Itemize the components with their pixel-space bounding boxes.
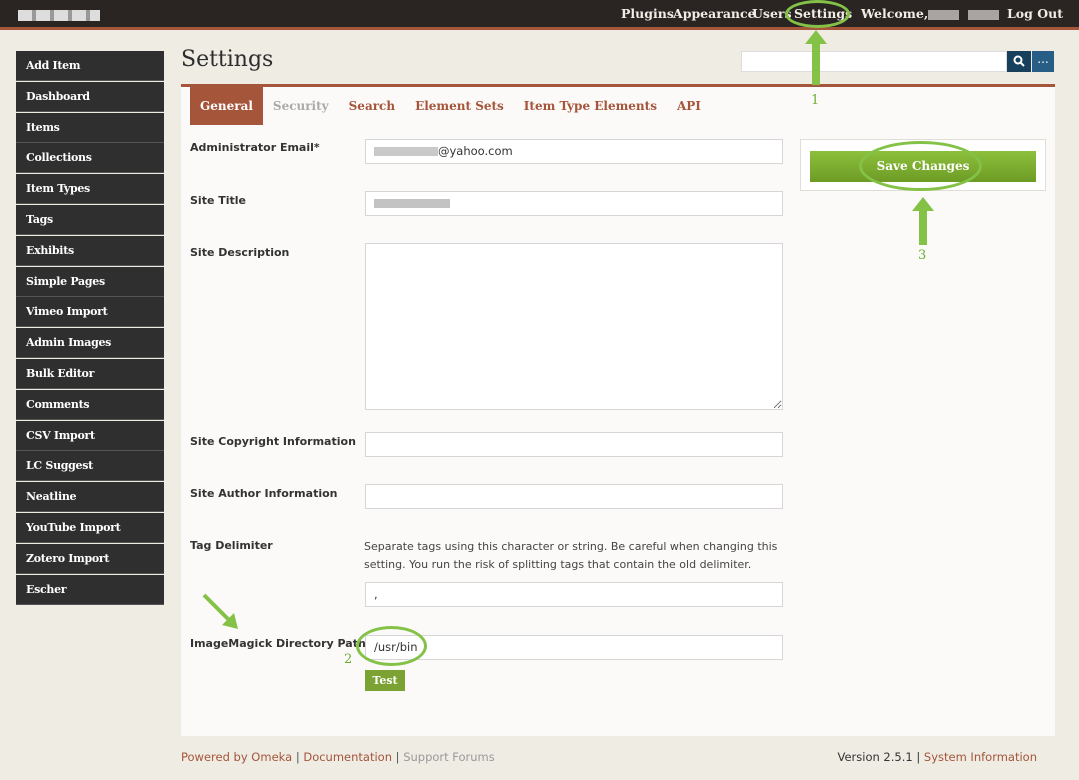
- nav-plugins[interactable]: Plugins: [621, 6, 674, 21]
- tag-delimiter-field[interactable]: ,: [365, 582, 783, 607]
- admin-email-value: @yahoo.com: [438, 144, 513, 158]
- imagemagick-path-field[interactable]: /usr/bin: [365, 635, 783, 660]
- username-redacted[interactable]: [928, 10, 959, 20]
- author-field[interactable]: [365, 484, 783, 509]
- annotation-ring-imagemagick: [356, 626, 427, 666]
- annotation-number-1: 1: [811, 93, 820, 108]
- search-input[interactable]: [741, 51, 1007, 72]
- logout-link[interactable]: Log Out: [1007, 6, 1063, 21]
- annotation-number-3: 3: [918, 248, 927, 263]
- welcome-text: Welcome,: [861, 6, 929, 21]
- site-title-redacted[interactable]: [18, 10, 100, 21]
- sidebar-item-add-item[interactable]: Add Item: [16, 51, 164, 81]
- site-title-redacted: [374, 199, 450, 208]
- annotation-arrow-up-1: [805, 30, 827, 85]
- advanced-search-button[interactable]: ...: [1032, 51, 1054, 72]
- username-redacted-2[interactable]: [968, 10, 999, 20]
- tab-security[interactable]: Security: [263, 87, 339, 125]
- top-bar: Plugins Appearance Users Settings Welcom…: [0, 0, 1079, 30]
- settings-tabs: General Security Search Element Sets Ite…: [190, 87, 711, 125]
- imagemagick-label: ImageMagick Directory Path: [190, 637, 366, 650]
- tab-general[interactable]: General: [190, 87, 263, 125]
- powered-by-link[interactable]: Powered by Omeka: [181, 750, 292, 764]
- test-button[interactable]: Test: [365, 670, 405, 691]
- site-title-label: Site Title: [190, 194, 247, 207]
- sidebar-item-bulk-editor[interactable]: Bulk Editor: [16, 358, 164, 389]
- sidebar-item-dashboard[interactable]: Dashboard: [16, 81, 164, 112]
- sidebar-item-escher[interactable]: Escher: [16, 574, 164, 605]
- annotation-ring-settings: [785, 0, 850, 28]
- sidebar-item-simple-pages[interactable]: Simple Pages: [16, 266, 164, 297]
- sidebar-item-csv-import[interactable]: CSV Import: [16, 420, 164, 451]
- annotation-ring-save: [859, 141, 982, 191]
- system-information-link[interactable]: System Information: [924, 750, 1037, 764]
- email-redacted: [374, 147, 438, 156]
- nav-appearance[interactable]: Appearance: [673, 6, 756, 21]
- sidebar-item-neatline[interactable]: Neatline: [16, 482, 164, 513]
- search-icon: [1013, 55, 1025, 67]
- sidebar-item-comments[interactable]: Comments: [16, 389, 164, 420]
- tag-delimiter-label: Tag Delimiter: [190, 539, 273, 552]
- copyright-label: Site Copyright Information: [190, 435, 356, 448]
- site-description-label: Site Description: [190, 246, 290, 259]
- documentation-link[interactable]: Documentation: [303, 750, 392, 764]
- tab-item-type-elements[interactable]: Item Type Elements: [514, 87, 667, 125]
- copyright-field[interactable]: [365, 432, 783, 457]
- sidebar-item-vimeo-import[interactable]: Vimeo Import: [16, 297, 164, 328]
- author-label: Site Author Information: [190, 487, 338, 500]
- tab-element-sets[interactable]: Element Sets: [405, 87, 514, 125]
- annotation-arrow-diagonal-2: [202, 593, 238, 629]
- search-button[interactable]: [1007, 51, 1031, 72]
- annotation-arrow-up-3: [912, 197, 934, 245]
- sidebar-item-exhibits[interactable]: Exhibits: [16, 235, 164, 266]
- sidebar: Add Item Dashboard Items Collections Ite…: [16, 51, 164, 605]
- site-title-field[interactable]: [365, 191, 783, 216]
- admin-email-field[interactable]: @yahoo.com: [365, 139, 783, 164]
- tab-api[interactable]: API: [667, 87, 711, 125]
- annotation-number-2: 2: [344, 652, 353, 667]
- page-title: Settings: [181, 47, 274, 72]
- sidebar-item-admin-images[interactable]: Admin Images: [16, 328, 164, 359]
- sidebar-item-tags[interactable]: Tags: [16, 204, 164, 235]
- tag-delimiter-help: Separate tags using this character or st…: [364, 540, 778, 571]
- support-forums-link[interactable]: Support Forums: [403, 750, 495, 764]
- site-description-field[interactable]: [365, 243, 783, 410]
- sidebar-item-items[interactable]: Items: [16, 112, 164, 143]
- footer-left: Powered by Omeka | Documentation | Suppo…: [181, 750, 495, 764]
- sidebar-item-item-types[interactable]: Item Types: [16, 174, 164, 205]
- sidebar-item-zotero-import[interactable]: Zotero Import: [16, 543, 164, 574]
- sidebar-item-lc-suggest[interactable]: LC Suggest: [16, 451, 164, 482]
- admin-email-label: Administrator Email*: [190, 141, 320, 154]
- footer-sep-3: |: [916, 750, 924, 764]
- sidebar-item-youtube-import[interactable]: YouTube Import: [16, 512, 164, 543]
- footer-right: Version 2.5.1 | System Information: [837, 750, 1037, 764]
- tab-search[interactable]: Search: [339, 87, 405, 125]
- sidebar-item-collections[interactable]: Collections: [16, 143, 164, 174]
- version-text: Version 2.5.1: [837, 750, 913, 764]
